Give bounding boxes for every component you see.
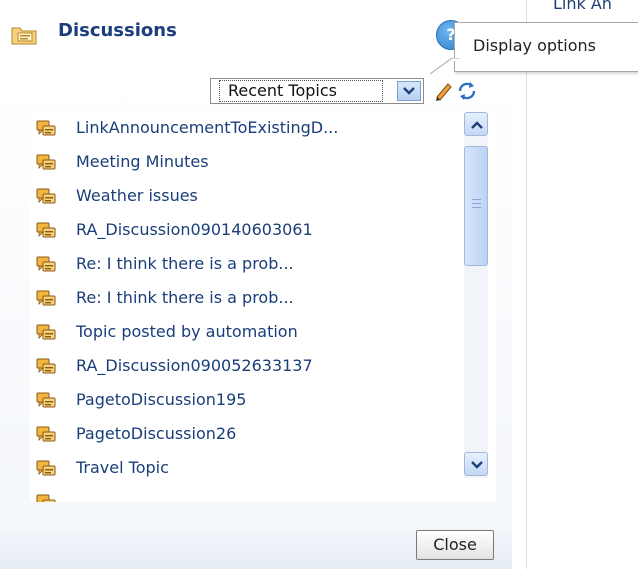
topic-list-item-partial[interactable]: [30, 488, 450, 502]
topic-list-item[interactable]: PagetoDiscussion195: [30, 386, 450, 416]
topic-link[interactable]: Meeting Minutes: [76, 152, 209, 171]
panel-title: Discussions: [58, 20, 177, 41]
partial-link-text[interactable]: Link An: [553, 0, 612, 13]
topic-list-item[interactable]: Meeting Minutes: [30, 148, 450, 178]
discussion-topic-icon: [36, 120, 56, 138]
tooltip-text: Display options: [473, 36, 596, 55]
topic-list-item[interactable]: Topic posted by automation: [30, 318, 450, 348]
discussion-topic-icon: [36, 358, 56, 376]
discussion-topic-icon: [36, 290, 56, 308]
pencil-icon[interactable]: [433, 80, 453, 102]
tooltip-tail: [430, 58, 460, 74]
discussion-topic-icon: [36, 222, 56, 240]
chevron-down-icon[interactable]: [397, 81, 421, 101]
topic-link[interactable]: Re: I think there is a prob...: [76, 288, 294, 307]
topic-list-item[interactable]: Weather issues: [30, 182, 450, 212]
topic-link[interactable]: PagetoDiscussion195: [76, 390, 246, 409]
discussion-topic-icon: [36, 188, 56, 206]
topics-list[interactable]: LinkAnnouncementToExistingD... Meeting Mi…: [30, 112, 496, 502]
discussion-topic-icon: [36, 324, 56, 342]
discussion-topic-icon: [36, 154, 56, 172]
refresh-icon[interactable]: [455, 80, 479, 102]
topic-list-item[interactable]: Travel Topic: [30, 454, 450, 484]
topic-link[interactable]: LinkAnnouncementToExistingD...: [76, 118, 338, 137]
discussion-topic-icon: [36, 426, 56, 444]
topic-link[interactable]: Travel Topic: [76, 458, 169, 477]
scroll-down-button[interactable]: [464, 452, 488, 476]
topic-list-item[interactable]: PagetoDiscussion26: [30, 420, 450, 450]
discussion-topic-icon: [36, 392, 56, 410]
discussion-topic-icon: [36, 460, 56, 478]
scroll-thumb[interactable]: [464, 146, 488, 266]
discussions-folder-icon: [11, 27, 37, 45]
topic-link[interactable]: PagetoDiscussion26: [76, 424, 236, 443]
topic-link[interactable]: RA_Discussion090052633137: [76, 356, 313, 375]
topic-list-item[interactable]: RA_Discussion090140603061: [30, 216, 450, 246]
discussion-topic-icon: [36, 256, 56, 274]
topic-list-item[interactable]: Re: I think there is a prob...: [30, 250, 450, 280]
scroll-grip: [472, 199, 481, 211]
topic-link[interactable]: RA_Discussion090140603061: [76, 220, 313, 239]
topics-scrollbar[interactable]: [456, 112, 496, 502]
right-column: [512, 0, 638, 569]
topic-link[interactable]: Weather issues: [76, 186, 198, 205]
topic-filter-select[interactable]: Recent Topics: [210, 78, 424, 104]
topic-list-item[interactable]: LinkAnnouncementToExistingD...: [30, 114, 450, 144]
discussion-topic-icon: [36, 494, 56, 502]
topic-link[interactable]: Re: I think there is a prob...: [76, 254, 294, 273]
topic-link[interactable]: Topic posted by automation: [76, 322, 298, 341]
close-button[interactable]: Close: [416, 530, 494, 560]
topic-list-item[interactable]: Re: I think there is a prob...: [30, 284, 450, 314]
topic-filter-selected-value[interactable]: Recent Topics: [219, 80, 383, 102]
column-divider: [526, 0, 527, 569]
topic-list-item[interactable]: RA_Discussion090052633137: [30, 352, 450, 382]
scroll-up-button[interactable]: [464, 112, 488, 136]
